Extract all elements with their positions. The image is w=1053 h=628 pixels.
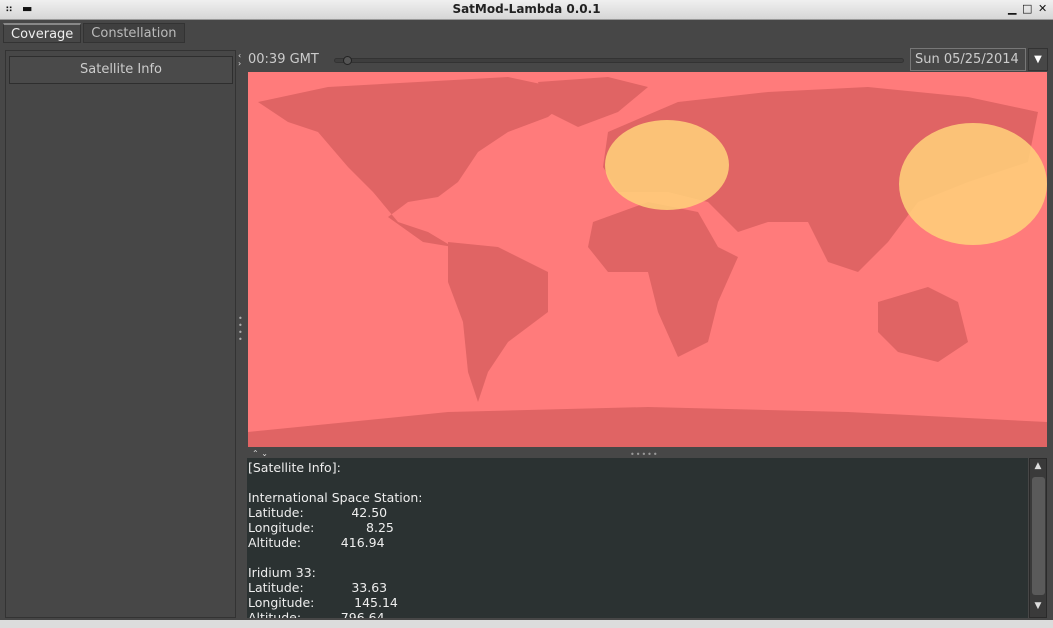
scroll-down-icon[interactable]: ▼: [1030, 601, 1046, 611]
info-line: Longitude: 8.25: [248, 520, 394, 535]
greenland: [538, 77, 648, 127]
tab-bar: Coverage Constellation: [3, 23, 187, 43]
tab-coverage[interactable]: Coverage: [3, 23, 82, 43]
south-america: [448, 242, 548, 402]
maximize-button[interactable]: □: [1022, 2, 1032, 15]
status-strip: [0, 620, 1053, 628]
time-label: 00:39 GMT: [248, 52, 319, 67]
australia: [878, 287, 968, 362]
expand-collapse-arrows-icon[interactable]: ⌃ ⌄: [252, 449, 268, 458]
scroll-up-icon[interactable]: ▲: [1030, 461, 1046, 471]
north-america: [258, 77, 578, 247]
info-line: [248, 475, 1027, 490]
info-line: Longitude: 145.14: [248, 595, 398, 610]
info-line: [Satellite Info]:: [248, 460, 341, 475]
collapse-arrows-icon[interactable]: ‹ ›: [238, 52, 241, 68]
time-slider[interactable]: [334, 56, 904, 65]
close-button[interactable]: ✕: [1038, 2, 1047, 15]
info-line: Latitude: 42.50: [248, 505, 388, 520]
satellite-info-button[interactable]: Satellite Info: [9, 56, 233, 84]
world-map: [248, 77, 1047, 447]
info-line: [248, 550, 1027, 565]
info-line: Altitude: 416.94: [248, 535, 385, 550]
title-bar: ⠶ ▬ SatMod-Lambda 0.0.1 ▁ □ ✕: [0, 0, 1053, 20]
africa: [588, 202, 738, 357]
slider-knob[interactable]: [342, 56, 352, 65]
info-line: International Space Station:: [248, 490, 423, 505]
window-title: SatMod-Lambda 0.0.1: [452, 2, 601, 16]
date-dropdown-button[interactable]: ▼: [1028, 48, 1048, 71]
scroll-thumb[interactable]: [1032, 477, 1045, 595]
iridium-33-footprint: [899, 123, 1047, 245]
tab-constellation[interactable]: Constellation: [83, 23, 185, 43]
info-line: Altitude: 796.64: [248, 610, 385, 618]
antarctica: [248, 407, 1047, 447]
info-line: Latitude: 33.63: [248, 580, 388, 595]
info-line: Iridium 33:: [248, 565, 316, 580]
iss-footprint: [605, 120, 729, 210]
left-panel: Satellite Info: [5, 50, 236, 618]
satellite-info-text[interactable]: [Satellite Info]: International Space St…: [247, 458, 1028, 618]
coverage-map[interactable]: [248, 72, 1047, 447]
time-bar: 00:39 GMT Sun 05/25/2014 ▼: [248, 48, 1048, 71]
date-field[interactable]: Sun 05/25/2014: [910, 48, 1026, 71]
minimize-button[interactable]: ▁: [1008, 2, 1016, 15]
vertical-splitter-handle[interactable]: • • • •: [238, 315, 243, 344]
info-scrollbar[interactable]: ▲ ▼: [1029, 458, 1047, 618]
